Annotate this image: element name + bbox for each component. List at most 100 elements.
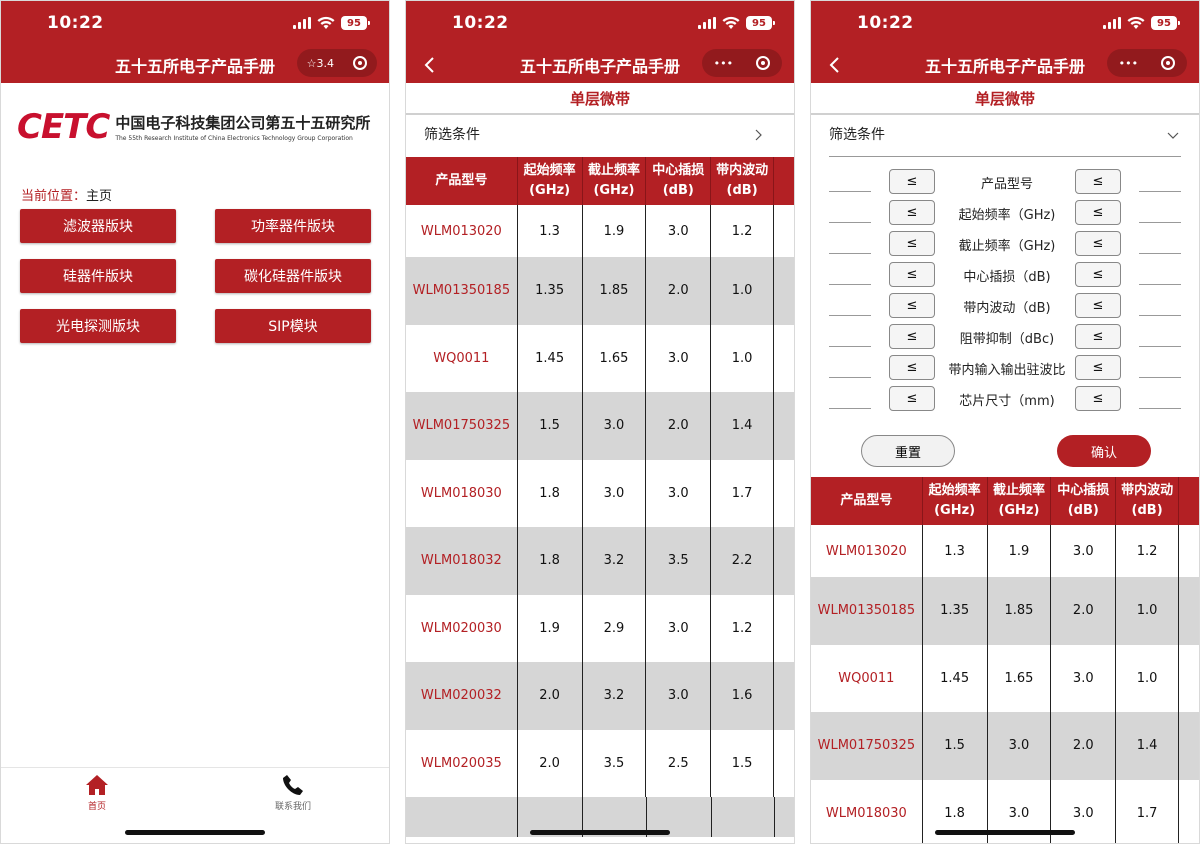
max-operator-button[interactable]: ≤ (1075, 293, 1121, 318)
product-model-cell[interactable]: WLM01350185 (811, 577, 923, 645)
product-model-cell[interactable]: WLM020032 (406, 662, 518, 730)
confirm-button[interactable]: 确认 (1057, 435, 1151, 467)
home-indicator (935, 830, 1075, 835)
max-operator-button[interactable]: ≤ (1075, 262, 1121, 287)
table-body: WLM013020 1.3 1.9 3.0 1.2 WLM01350185 1.35 1.85… (406, 205, 794, 837)
battery-icon: 95 (746, 16, 775, 30)
table-row[interactable]: WLM013020 1.3 1.9 3.0 1.2 (406, 205, 794, 257)
wifi-icon (317, 16, 335, 29)
table-row[interactable]: WLM01750325 1.5 3.0 2.0 1.4 (406, 392, 794, 460)
min-operator-button[interactable]: ≤ (889, 293, 935, 318)
list-screen: 10:22 95 五十五所电子产品手册 ••• 单层微带 筛选条件 产品型号 起… (405, 0, 795, 844)
max-value-input[interactable] (1139, 284, 1181, 285)
max-value-input[interactable] (1139, 222, 1181, 223)
signal-icon (698, 17, 716, 29)
table-row[interactable]: WQ0011 1.45 1.65 3.0 1.0 (811, 644, 1199, 712)
miniprogram-capsule[interactable]: ☆3.4 (297, 49, 377, 77)
value-cell: 1.5 (711, 729, 775, 797)
table-row[interactable]: WLM018030 1.8 3.0 3.0 1.7 (406, 459, 794, 527)
more-icon[interactable]: ••• (714, 57, 733, 70)
max-value-input[interactable] (1139, 346, 1181, 347)
min-operator-button[interactable]: ≤ (889, 200, 935, 225)
home-screen: 10:22 95 五十五所电子产品手册 ☆3.4 CETC 中国电子科技集团公司… (0, 0, 390, 844)
filter-row: ≤ 阻带抑制（dBc) ≤ (829, 324, 1181, 350)
table-row[interactable]: WLM01350185 1.35 1.85 2.0 1.0 (811, 577, 1199, 645)
max-value-input[interactable] (1139, 253, 1181, 254)
min-value-input[interactable] (829, 191, 871, 192)
table-row[interactable]: WLM020030 1.9 2.9 3.0 1.2 (406, 594, 794, 662)
product-model-cell[interactable]: WLM013020 (406, 205, 518, 257)
max-operator-button[interactable]: ≤ (1075, 324, 1121, 349)
more-icon[interactable]: ••• (1119, 57, 1138, 70)
max-operator-button[interactable]: ≤ (1075, 169, 1121, 194)
row-spacer (1179, 712, 1199, 780)
miniprogram-capsule[interactable]: ••• (702, 49, 782, 77)
max-value-input[interactable] (1139, 408, 1181, 409)
max-value-input[interactable] (1139, 315, 1181, 316)
tab-home[interactable]: 首页 (57, 774, 137, 812)
value-cell: 1.3 (923, 525, 988, 577)
header-cell: 产品型号 (811, 477, 923, 525)
reset-button[interactable]: 重置 (861, 435, 955, 467)
max-value-input[interactable] (1139, 377, 1181, 378)
max-operator-button[interactable]: ≤ (1075, 386, 1121, 411)
min-value-input[interactable] (829, 408, 871, 409)
product-model-cell[interactable]: WLM01350185 (406, 257, 518, 325)
min-operator-button[interactable]: ≤ (889, 324, 935, 349)
sip-module-button[interactable]: SIP模块 (215, 309, 371, 343)
max-operator-button[interactable]: ≤ (1075, 200, 1121, 225)
max-value-input[interactable] (1139, 191, 1181, 192)
max-operator-button[interactable]: ≤ (1075, 355, 1121, 380)
product-model-cell[interactable]: WLM020035 (406, 729, 518, 797)
product-model-cell[interactable]: WLM018030 (811, 779, 923, 843)
table-row[interactable]: WQ0011 1.45 1.65 3.0 1.0 (406, 324, 794, 393)
product-model-cell[interactable]: WLM013020 (811, 525, 923, 577)
min-operator-button[interactable]: ≤ (889, 386, 935, 411)
table-row[interactable]: WLM020032 2.0 3.2 3.0 1.6 (406, 662, 794, 730)
product-model-cell[interactable]: WLM018030 (406, 459, 518, 527)
product-model-cell[interactable]: WLM01750325 (811, 712, 923, 780)
product-model-cell[interactable]: WQ0011 (811, 644, 923, 712)
min-operator-button[interactable]: ≤ (889, 262, 935, 287)
min-value-input[interactable] (829, 346, 871, 347)
filter-section-button[interactable]: 滤波器版块 (20, 209, 176, 243)
chevron-right-icon (755, 129, 762, 141)
min-value-input[interactable] (829, 315, 871, 316)
table-row[interactable]: WLM01350185 1.35 1.85 2.0 1.0 (406, 257, 794, 325)
close-target-icon[interactable] (1161, 56, 1176, 70)
power-device-button[interactable]: 功率器件版块 (215, 209, 371, 243)
close-target-icon[interactable] (353, 56, 368, 70)
table-row[interactable]: WLM020035 2.0 3.5 2.5 1.5 (406, 729, 794, 797)
home-indicator (125, 830, 265, 835)
row-spacer (1179, 780, 1199, 844)
product-model-cell[interactable]: WLM018032 (406, 527, 518, 595)
min-operator-button[interactable]: ≤ (889, 169, 935, 194)
max-operator-button[interactable]: ≤ (1075, 231, 1121, 256)
sic-device-button[interactable]: 碳化硅器件版块 (215, 259, 371, 293)
min-value-input[interactable] (829, 377, 871, 378)
product-model-cell[interactable]: WLM01750325 (406, 392, 518, 460)
row-spacer (774, 325, 794, 393)
filter-toggle[interactable]: 筛选条件 (829, 117, 1181, 157)
rating-label[interactable]: ☆3.4 (307, 57, 334, 70)
min-value-input[interactable] (829, 222, 871, 223)
silicon-device-button[interactable]: 硅器件版块 (20, 259, 176, 293)
min-operator-button[interactable]: ≤ (889, 355, 935, 380)
min-value-input[interactable] (829, 253, 871, 254)
table-row[interactable]: WLM013020 1.3 1.9 3.0 1.2 (811, 525, 1199, 577)
min-operator-button[interactable]: ≤ (889, 231, 935, 256)
table-row[interactable]: WLM01750325 1.5 3.0 2.0 1.4 (811, 712, 1199, 780)
value-cell: 2.0 (646, 257, 712, 325)
photodetector-button[interactable]: 光电探测版块 (20, 309, 176, 343)
product-model-cell[interactable]: WLM020030 (406, 594, 518, 662)
tab-contact[interactable]: 联系我们 (253, 774, 333, 812)
product-model-cell[interactable]: WQ0011 (406, 324, 518, 392)
table-row[interactable]: WLM018032 1.8 3.2 3.5 2.2 (406, 527, 794, 595)
header-cell: 产品型号 (406, 157, 518, 205)
filter-toggle[interactable]: 筛选条件 (406, 117, 794, 157)
close-target-icon[interactable] (756, 56, 771, 70)
header-cell: 截止频率 (GHz) (988, 477, 1052, 525)
min-value-input[interactable] (829, 284, 871, 285)
header-bar: 10:22 95 五十五所电子产品手册 ☆3.4 (1, 1, 389, 83)
miniprogram-capsule[interactable]: ••• (1107, 49, 1187, 77)
